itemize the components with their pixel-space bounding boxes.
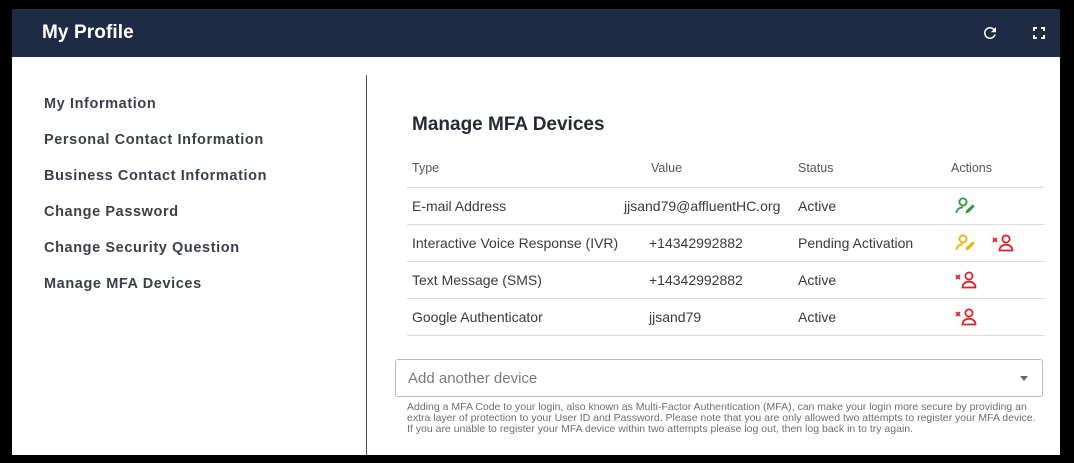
add-device-placeholder: Add another device <box>408 370 538 387</box>
remove-user-icon[interactable] <box>992 233 1014 253</box>
device-type: E-mail Address <box>412 198 507 214</box>
header-bar: My Profile <box>12 9 1060 57</box>
column-header-value: Value <box>651 161 683 175</box>
device-status: Active <box>798 272 837 288</box>
device-type: Interactive Voice Response (IVR) <box>412 235 619 251</box>
device-type: Text Message (SMS) <box>412 272 542 288</box>
table-row: E-mail Address jjsand79@affluentHC.org A… <box>407 188 1044 225</box>
main-content: Manage MFA Devices Type Value Status Act… <box>367 57 1060 455</box>
column-header-type: Type <box>412 161 440 175</box>
device-value: +14342992882 <box>649 272 743 288</box>
sidebar-item-security-question[interactable]: Change Security Question <box>44 240 240 256</box>
refresh-icon[interactable] <box>978 21 1002 45</box>
mfa-help-text: Adding a MFA Code to your login, also kn… <box>407 401 1036 435</box>
profile-window: My Profile My Information Personal Conta… <box>12 9 1060 455</box>
section-title: Manage MFA Devices <box>412 114 605 135</box>
page-title: My Profile <box>42 22 134 43</box>
sidebar-item-business-contact[interactable]: Business Contact Information <box>44 168 267 184</box>
remove-user-icon[interactable] <box>955 270 977 290</box>
remove-user-icon[interactable] <box>955 307 977 327</box>
device-value: jjsand79 <box>649 309 702 325</box>
edit-user-icon[interactable] <box>955 196 977 216</box>
sidebar-item-manage-mfa[interactable]: Manage MFA Devices <box>44 276 202 292</box>
add-device-select[interactable]: Add another device <box>395 359 1043 397</box>
sidebar: My Information Personal Contact Informat… <box>12 57 367 455</box>
edit-user-icon[interactable] <box>955 233 977 253</box>
table-row: Text Message (SMS) +14342992882 Active <box>407 262 1044 299</box>
sidebar-item-change-password[interactable]: Change Password <box>44 204 179 220</box>
fullscreen-icon[interactable] <box>1027 21 1051 45</box>
table-header: Type Value Status Actions <box>407 151 1044 188</box>
sidebar-item-my-information[interactable]: My Information <box>44 96 156 112</box>
device-status: Active <box>798 198 837 214</box>
device-status: Active <box>798 309 837 325</box>
sidebar-item-personal-contact[interactable]: Personal Contact Information <box>44 132 264 148</box>
column-header-status: Status <box>798 161 834 175</box>
device-value: +14342992882 <box>649 235 743 251</box>
device-status: Pending Activation <box>798 235 914 251</box>
table-row: Google Authenticator jjsand79 Active <box>407 299 1044 336</box>
table-row: Interactive Voice Response (IVR) +143429… <box>407 225 1044 262</box>
chevron-down-icon[interactable] <box>1020 376 1028 381</box>
column-header-actions: Actions <box>951 161 992 175</box>
device-type: Google Authenticator <box>412 309 543 325</box>
device-value: jjsand79@affluentHC.org <box>624 198 781 214</box>
